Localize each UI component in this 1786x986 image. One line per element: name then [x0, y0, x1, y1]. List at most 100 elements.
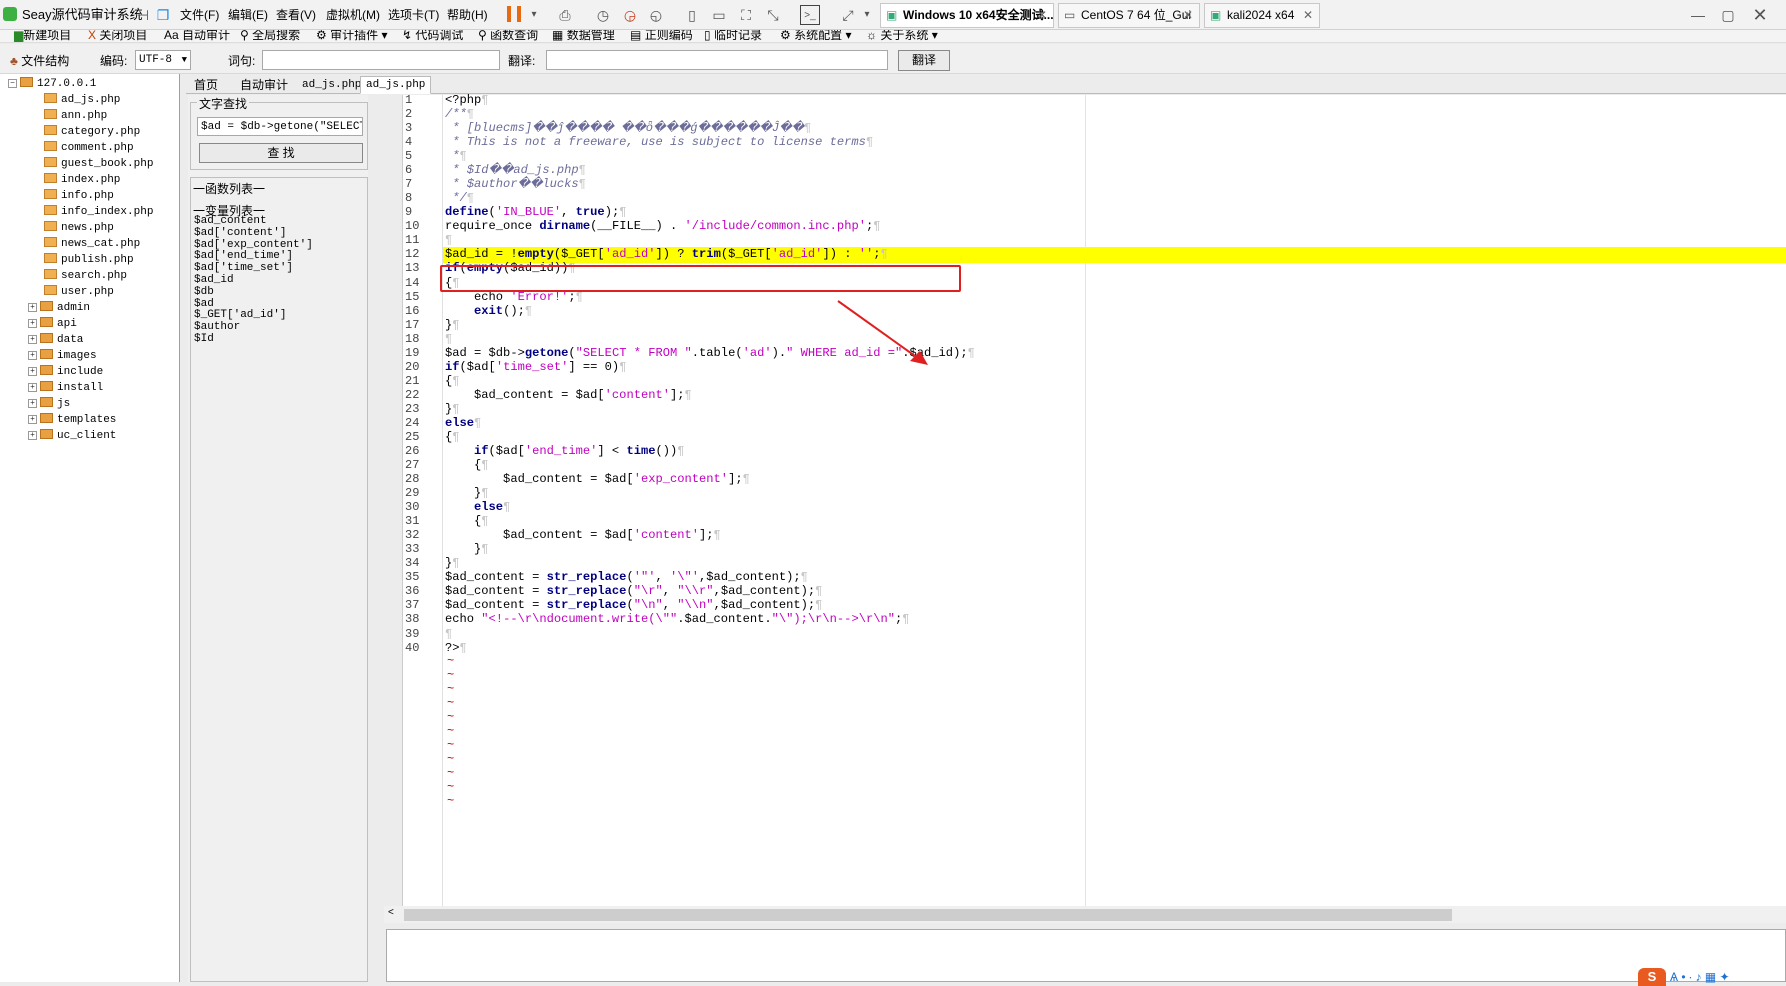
tree-file[interactable]: guest_book.php	[44, 156, 153, 172]
tab-auto-audit[interactable]: 自动审计	[234, 76, 294, 94]
tab-kali[interactable]: ▣ kali2024 x64 ✕	[1204, 3, 1320, 28]
list-item[interactable]: $ad['content']	[194, 227, 313, 240]
expand-icon[interactable]: +	[28, 350, 37, 360]
tree-file[interactable]: info_index.php	[44, 204, 153, 220]
close-icon[interactable]: ✕	[1183, 4, 1193, 27]
temp-notes-icon: ▯	[704, 30, 711, 42]
expand-icon[interactable]: +	[28, 334, 37, 344]
scroll-left-icon[interactable]: <	[388, 907, 394, 918]
tab-home[interactable]: 首页	[188, 76, 224, 94]
global-search-button[interactable]: ⚲ 全局搜索	[240, 30, 300, 42]
tree-folder[interactable]: + uc_client	[28, 428, 116, 444]
stretch-dropdown-icon[interactable]: ▾	[857, 5, 877, 25]
tree-file[interactable]: ann.php	[44, 108, 107, 124]
tree-folder[interactable]: + js	[28, 396, 70, 412]
tree-folder[interactable]: + templates	[28, 412, 116, 428]
expand-icon[interactable]: +	[28, 382, 37, 392]
chevron-down-icon: ▼	[181, 55, 187, 65]
folder-icon	[40, 301, 53, 312]
tree-root[interactable]: −127.0.0.1	[8, 76, 96, 92]
code-editor[interactable]: 1 <?php¶ 2/**¶ 3 * [bluecms]��ĵ���� ��ȫ���ǵ…	[402, 93, 1786, 907]
close-project-button[interactable]: X 关闭项目	[88, 30, 147, 42]
list-item[interactable]: $ad_id	[194, 274, 313, 287]
tree-folder[interactable]: + include	[28, 364, 103, 380]
code-debug-button[interactable]: ↯ 代码调试	[402, 30, 463, 42]
window-icon[interactable]: ❐	[153, 5, 173, 25]
tree-file[interactable]: info.php	[44, 188, 114, 204]
expand-icon[interactable]: +	[28, 414, 37, 424]
library-icon[interactable]: ▯	[682, 5, 702, 25]
collapse-icon[interactable]: −	[8, 78, 17, 88]
menu-edit[interactable]: 编辑(E)	[228, 6, 268, 23]
temp-notes-button[interactable]: ▯ 临时记录	[704, 30, 762, 42]
about-system-button[interactable]: ☼ 关于系统 ▾	[866, 30, 938, 42]
minimize-icon[interactable]: —	[1688, 5, 1708, 25]
revert-snapshot-icon[interactable]: ◶	[620, 5, 640, 25]
tree-folder[interactable]: + data	[28, 332, 83, 348]
system-config-button[interactable]: ⚙ 系统配置 ▾	[780, 30, 851, 42]
expand-icon[interactable]: +	[28, 366, 37, 376]
menu-tabs[interactable]: 选项卡(T)	[388, 6, 439, 23]
menu-view[interactable]: 查看(V)	[276, 6, 316, 23]
search-input[interactable]: $ad = $db->getone("SELECT *	[197, 117, 363, 136]
stretch-icon[interactable]: ⤢	[838, 5, 858, 25]
snapshot-icon[interactable]: ◷	[593, 5, 613, 25]
menu-file[interactable]: 文件(F)	[180, 6, 219, 23]
word-input[interactable]	[262, 50, 500, 70]
console-icon[interactable]: >_	[800, 5, 820, 25]
tab-ad-js-1[interactable]: ad_js.php	[296, 76, 367, 94]
tree-folder[interactable]: + api	[28, 316, 77, 332]
tab-windows10[interactable]: ▣ Windows 10 x64安全测试... ✕	[880, 3, 1054, 28]
expand-icon[interactable]: +	[28, 302, 37, 312]
tab-ad-js-2[interactable]: ad_js.php	[360, 76, 432, 94]
expand-icon[interactable]: +	[28, 398, 37, 408]
tree-folder[interactable]: + admin	[28, 300, 90, 316]
snapshot-manager-icon[interactable]: ◵	[646, 5, 666, 25]
send-keys-icon[interactable]: ⎙	[555, 5, 575, 25]
fullscreen-icon[interactable]: ⛶	[736, 5, 756, 25]
unity-icon[interactable]: ⤡	[763, 5, 783, 25]
dropdown-arrow-icon[interactable]: ▾	[524, 5, 544, 25]
function-query-button[interactable]: ⚲ 函数查询	[478, 30, 538, 42]
tree-file[interactable]: user.php	[44, 284, 114, 300]
data-manage-button[interactable]: ▦ 数据管理	[552, 30, 615, 42]
pause-icon[interactable]	[507, 6, 521, 22]
expand-icon[interactable]: +	[28, 430, 37, 440]
menu-vm[interactable]: 虚拟机(M)	[326, 6, 380, 23]
tab-centos[interactable]: ▭ CentOS 7 64 位_Gui ✕	[1058, 3, 1200, 28]
list-item[interactable]: $Id	[194, 333, 313, 346]
empty-line-marker: ~	[447, 751, 455, 766]
translate-button[interactable]: 翻译	[898, 50, 950, 71]
close-icon[interactable]: ✕	[1303, 4, 1313, 27]
menu-help[interactable]: 帮助(H)	[447, 6, 488, 23]
translate-input[interactable]	[546, 50, 888, 70]
thumbnail-icon[interactable]: ▭	[709, 5, 729, 25]
regex-encode-button[interactable]: ▤ 正则编码	[630, 30, 693, 42]
tree-folder[interactable]: + install	[28, 380, 103, 396]
expand-icon[interactable]: +	[28, 318, 37, 328]
window-close-icon[interactable]: ✕	[1750, 5, 1770, 25]
code-line: * This is not a freeware, use is subject…	[445, 135, 874, 150]
maximize-icon[interactable]: ▢	[1718, 5, 1738, 25]
find-button[interactable]: 查 找	[199, 143, 363, 163]
encoding-select[interactable]: UTF-8 ▼	[135, 50, 191, 70]
panel-splitter[interactable]	[368, 95, 386, 982]
tree-file[interactable]: news_cat.php	[44, 236, 140, 252]
php-file-icon	[44, 125, 57, 136]
tree-file[interactable]: index.php	[44, 172, 120, 188]
list-item[interactable]: $db	[194, 286, 313, 299]
tree-file[interactable]: category.php	[44, 124, 140, 140]
audit-plugin-button[interactable]: ⚙ 审计插件 ▾	[316, 30, 387, 42]
tree-file[interactable]: ad_js.php	[44, 92, 120, 108]
scrollbar-thumb[interactable]	[404, 909, 1452, 921]
tree-file[interactable]: publish.php	[44, 252, 134, 268]
tree-file[interactable]: comment.php	[44, 140, 134, 156]
file-structure-button[interactable]: ♣ 文件结构	[10, 52, 69, 69]
new-project-button[interactable]: ▆新建项目	[14, 30, 71, 42]
tree-file[interactable]: search.php	[44, 268, 127, 284]
pin-icon[interactable]: ⊣	[133, 5, 153, 25]
auto-audit-button[interactable]: Aa 自动审计	[164, 30, 230, 42]
close-icon[interactable]: ✕	[1037, 4, 1047, 27]
tree-file[interactable]: news.php	[44, 220, 114, 236]
tree-folder[interactable]: + images	[28, 348, 97, 364]
